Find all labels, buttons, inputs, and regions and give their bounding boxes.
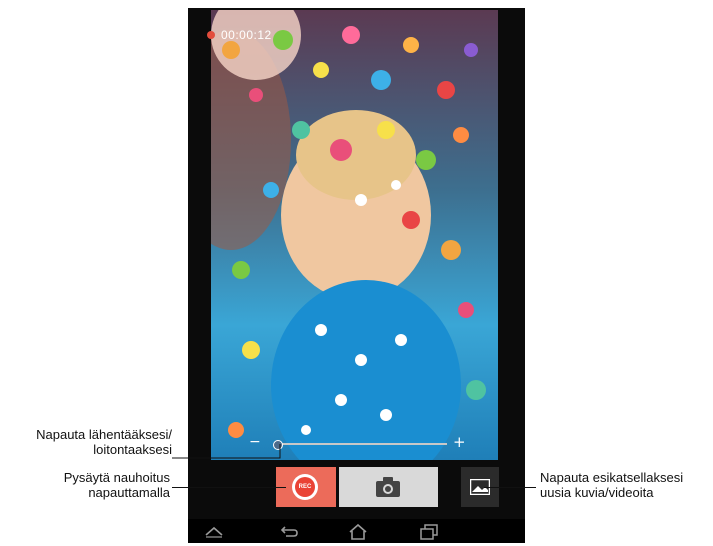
- navbar-recent-apps-button[interactable]: [417, 523, 441, 541]
- navbar-home-button[interactable]: [346, 523, 370, 541]
- navbar-back-button[interactable]: [276, 523, 300, 541]
- camera-icon: [376, 477, 400, 497]
- back-icon: [280, 526, 298, 537]
- record-icon: REC: [292, 474, 318, 500]
- stop-callout-line2: napauttamalla: [88, 485, 170, 500]
- stop-callout-line1: Pysäytä nauhoitus: [63, 470, 170, 485]
- recording-indicator: 00:00:12: [207, 28, 272, 42]
- zoom-callout-line2: loitontaaksesi: [93, 442, 172, 457]
- recording-dot-icon: [207, 31, 215, 39]
- capture-photo-button[interactable]: [339, 467, 438, 507]
- system-navigation-bar: [188, 519, 525, 543]
- zoom-callout: Napauta lähentääksesi/ loitontaaksesi: [4, 427, 172, 457]
- navbar-menu-button[interactable]: [202, 523, 226, 541]
- home-icon: [349, 523, 367, 540]
- preview-callout-line2: uusia kuvia/videoita: [540, 485, 654, 500]
- zoom-in-button[interactable]: +: [453, 433, 466, 451]
- recent-apps-icon: [420, 524, 438, 540]
- stop-leader-line: [172, 487, 286, 488]
- preview-callout-line1: Napauta esikatsellaksesi: [540, 470, 684, 485]
- chevron-up-icon: [205, 526, 223, 538]
- preview-callout: Napauta esikatsellaksesi uusia kuvia/vid…: [540, 470, 712, 500]
- zoom-leader-line: [172, 444, 281, 459]
- confetti-layer: [222, 26, 486, 438]
- preview-leader-line: [484, 487, 536, 488]
- record-label: REC: [295, 477, 315, 497]
- camera-viewfinder[interactable]: [211, 10, 498, 460]
- recording-timer: 00:00:12: [221, 28, 272, 42]
- zoom-callout-line1: Napauta lähentääksesi/: [36, 427, 172, 442]
- stop-recording-callout: Pysäytä nauhoitus napauttamalla: [10, 470, 170, 500]
- zoom-track[interactable]: [277, 443, 447, 445]
